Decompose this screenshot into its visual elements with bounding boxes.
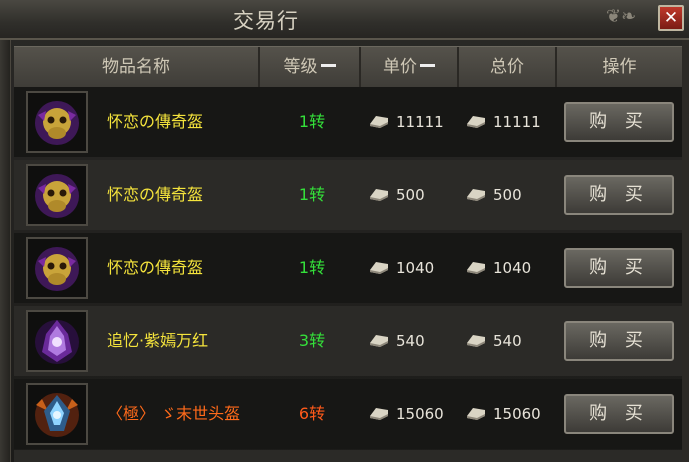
silver-ingot-icon: [370, 334, 388, 347]
ornament-icon: ❦❧: [606, 6, 637, 27]
column-total-price-label: 总价: [490, 57, 524, 77]
title-bar: 交易行 ❦❧ ✕: [0, 0, 689, 40]
crystal-helmet-icon[interactable]: [26, 383, 88, 445]
sort-icon: [320, 63, 336, 67]
buy-button[interactable]: 购 买: [564, 394, 674, 434]
sort-icon: [420, 63, 435, 67]
item-name: 〈極〉 ゞ末世头盔: [107, 404, 241, 423]
unit-price-value: 11111: [396, 113, 444, 131]
silver-ingot-icon: [467, 115, 485, 128]
column-level-label: 等级: [283, 57, 318, 77]
silver-ingot-icon: [370, 261, 388, 274]
table-row: 追忆·紫嫣万红 3转 540 540 购 买: [14, 306, 682, 376]
total-price: 1040: [465, 233, 531, 303]
unit-price: 11111: [368, 87, 444, 157]
item-name: 追忆·紫嫣万红: [107, 331, 209, 350]
item-level: 3转: [298, 331, 326, 350]
window-title: 交易行: [233, 9, 299, 33]
item-name: 怀恋の傳奇盔: [107, 112, 204, 131]
column-action: 操作: [557, 47, 682, 87]
total-price: 500: [465, 160, 522, 230]
unit-price: 15060: [368, 379, 444, 449]
table-row: 怀恋の傳奇盔 1转 500 500 购 买: [14, 160, 682, 230]
buy-button[interactable]: 购 买: [564, 175, 674, 215]
table-row: 怀恋の傳奇盔 1转 1040 1040 购 买: [14, 233, 682, 303]
trading-window: 交易行 ❦❧ ✕ 物品名称 等级 单价 总价 操作 怀恋の傳奇盔 1转 1111…: [0, 0, 689, 462]
right-frame: [682, 40, 689, 462]
column-total-price: 总价: [459, 47, 557, 87]
item-name: 怀恋の傳奇盔: [107, 185, 204, 204]
unit-price-value: 500: [396, 186, 425, 204]
total-price-value: 540: [493, 332, 522, 350]
item-level: 6转: [298, 404, 326, 423]
item-level: 1转: [298, 112, 326, 131]
silver-ingot-icon: [467, 334, 485, 347]
left-frame: [0, 40, 11, 462]
silver-ingot-icon: [467, 188, 485, 201]
item-level: 1转: [298, 185, 326, 204]
item-level: 1转: [298, 258, 326, 277]
total-price-value: 15060: [493, 405, 541, 423]
unit-price-value: 15060: [396, 405, 444, 423]
close-button[interactable]: ✕: [658, 5, 684, 31]
total-price-value: 11111: [493, 113, 541, 131]
unit-price: 1040: [368, 233, 434, 303]
silver-ingot-icon: [467, 407, 485, 420]
total-price: 540: [465, 306, 522, 376]
column-name: 物品名称: [14, 47, 260, 87]
silver-ingot-icon: [370, 188, 388, 201]
table-row: 〈極〉 ゞ末世头盔 6转 15060 15060 购 买: [14, 379, 682, 449]
skull-helmet-icon[interactable]: [26, 237, 88, 299]
table-row: 怀恋の傳奇盔 1转 11111 11111 购 买: [14, 87, 682, 157]
close-icon: ✕: [663, 8, 679, 28]
column-level[interactable]: 等级: [260, 47, 361, 87]
unit-price-value: 1040: [396, 259, 435, 277]
column-unit-price-label: 单价: [383, 57, 417, 77]
unit-price-value: 540: [396, 332, 425, 350]
unit-price: 540: [368, 306, 425, 376]
buy-button[interactable]: 购 买: [564, 248, 674, 288]
buy-button[interactable]: 购 买: [564, 321, 674, 361]
buy-button[interactable]: 购 买: [564, 102, 674, 142]
silver-ingot-icon: [370, 115, 388, 128]
skull-helmet-icon[interactable]: [26, 164, 88, 226]
column-unit-price[interactable]: 单价: [361, 47, 459, 87]
silver-ingot-icon: [370, 407, 388, 420]
next-row-partial: [14, 450, 682, 462]
table-header: 物品名称 等级 单价 总价 操作: [14, 46, 682, 88]
item-name: 怀恋の傳奇盔: [107, 258, 204, 277]
purple-helmet-icon[interactable]: [26, 310, 88, 372]
skull-helmet-icon[interactable]: [26, 91, 88, 153]
silver-ingot-icon: [467, 261, 485, 274]
total-price: 15060: [465, 379, 541, 449]
column-name-label: 物品名称: [102, 57, 170, 77]
total-price-value: 500: [493, 186, 522, 204]
total-price: 11111: [465, 87, 541, 157]
column-action-label: 操作: [602, 57, 637, 77]
total-price-value: 1040: [493, 259, 532, 277]
unit-price: 500: [368, 160, 425, 230]
